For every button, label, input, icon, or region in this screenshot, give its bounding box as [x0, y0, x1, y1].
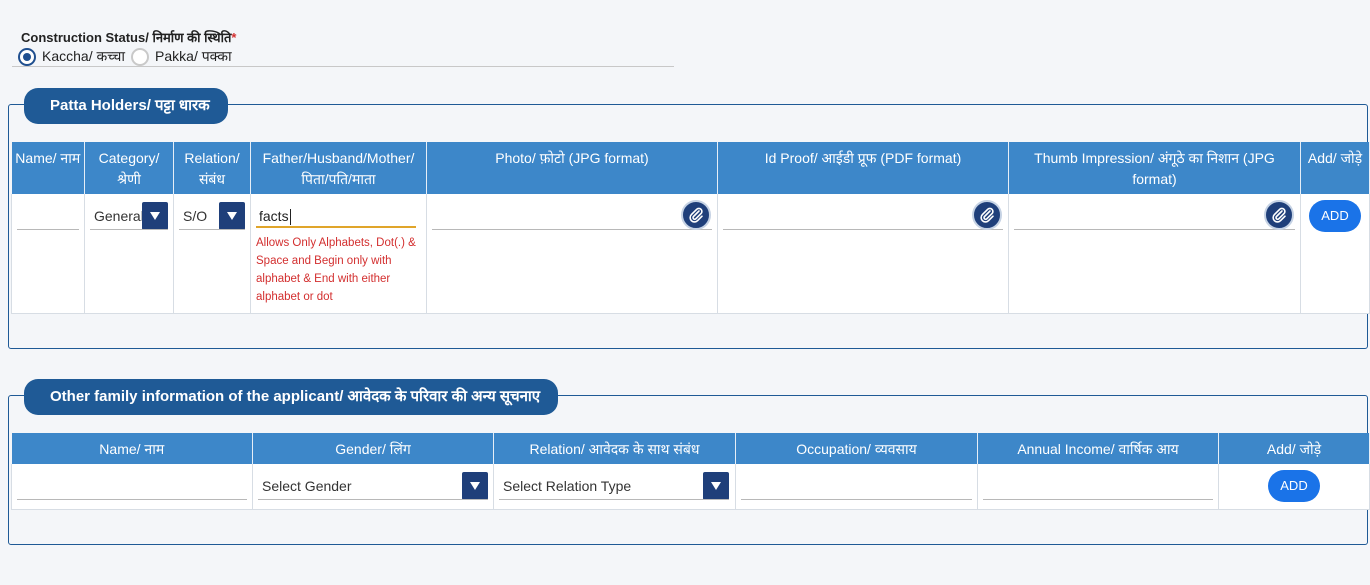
add-family-member-button[interactable]: ADD: [1268, 470, 1320, 502]
col-thumb-impression: Thumb Impression/ अंगूठे का निशान (JPG f…: [1008, 142, 1301, 194]
col-id-proof: Id Proof/ आईडी प्रूफ (PDF format): [717, 142, 1009, 194]
construction-status-group: Construction Status/ निर्माण की स्थिति* …: [12, 22, 674, 67]
col-category: Category/ श्रेणी: [84, 142, 174, 194]
table-row: General S/O facts Allows Only Alphabets,…: [11, 194, 1370, 314]
relation-value: S/O: [183, 208, 208, 224]
family-relation-cell: Select Relation Type: [493, 464, 736, 510]
gender-placeholder: Select Gender: [262, 478, 352, 494]
category-select[interactable]: General: [90, 202, 168, 230]
family-name-cell: [11, 464, 253, 510]
father-husband-mother-cell: facts Allows Only Alphabets, Dot(.) & Sp…: [250, 194, 427, 314]
annual-income-input[interactable]: [983, 476, 1213, 500]
pakka-label[interactable]: Pakka/ पक्का: [155, 47, 232, 66]
id-proof-cell: [717, 194, 1009, 314]
add-patta-holder-button[interactable]: ADD: [1309, 200, 1361, 232]
pakka-radio[interactable]: [131, 47, 150, 66]
occupation-input[interactable]: [741, 476, 972, 500]
gender-select[interactable]: Select Gender: [258, 472, 488, 500]
name-input[interactable]: [17, 206, 79, 230]
other-family-title: Other family information of the applican…: [24, 379, 559, 415]
occupation-cell: [735, 464, 978, 510]
required-mark: *: [231, 30, 237, 45]
col-family-relation: Relation/ आवेदक के साथ संबंध: [493, 433, 736, 464]
col-father-husband-mother: Father/Husband/Mother/ पिता/पति/माता: [250, 142, 427, 194]
thumb-impression-file-input[interactable]: [1014, 206, 1295, 230]
chevron-down-icon[interactable]: [703, 472, 729, 499]
col-photo: Photo/ फ़ोटो (JPG format): [426, 142, 718, 194]
thumb-impression-cell: [1008, 194, 1301, 314]
other-family-section: Name/ नाम Gender/ लिंग Relation/ आवेदक क…: [8, 395, 1370, 545]
annual-income-cell: [977, 464, 1219, 510]
col-annual-income: Annual Income/ वार्षिक आय: [977, 433, 1219, 464]
construction-status-label: Construction Status/ निर्माण की स्थिति*: [21, 28, 236, 46]
patta-holders-section: Name/ नाम Category/ श्रेणी Relation/ संब…: [8, 104, 1370, 349]
family-name-input[interactable]: [17, 476, 247, 500]
relation-select[interactable]: S/O: [179, 202, 245, 230]
add-cell: ADD: [1300, 194, 1370, 314]
family-relation-select[interactable]: Select Relation Type: [499, 472, 729, 500]
kaccha-radio[interactable]: [18, 47, 36, 66]
table-row: Select Gender Select Relation Type ADD: [11, 464, 1370, 510]
relation-cell: S/O: [173, 194, 251, 314]
category-cell: General: [84, 194, 174, 314]
col-relation: Relation/ संबंध: [173, 142, 251, 194]
id-proof-file-input[interactable]: [723, 206, 1003, 230]
construction-status-label-text: Construction Status/ निर्माण की स्थिति: [21, 30, 232, 45]
other-family-table: Name/ नाम Gender/ लिंग Relation/ आवेदक क…: [11, 433, 1370, 510]
family-add-cell: ADD: [1218, 464, 1370, 510]
father-husband-mother-input[interactable]: facts: [256, 204, 416, 228]
validation-error: Allows Only Alphabets, Dot(.) & Space an…: [256, 237, 416, 303]
chevron-down-icon[interactable]: [219, 202, 245, 229]
text-caret: [289, 209, 291, 226]
kaccha-label[interactable]: Kaccha/ कच्चा: [42, 47, 125, 66]
relation-placeholder: Select Relation Type: [503, 478, 632, 494]
col-occupation: Occupation/ व्यवसाय: [735, 433, 978, 464]
paperclip-icon[interactable]: [1264, 200, 1294, 230]
gender-cell: Select Gender: [252, 464, 494, 510]
patta-holders-title: Patta Holders/ पट्टा धारक: [24, 88, 228, 124]
photo-cell: [426, 194, 718, 314]
paperclip-icon[interactable]: [972, 200, 1002, 230]
name-cell: [11, 194, 85, 314]
chevron-down-icon[interactable]: [462, 472, 488, 499]
col-name: Name/ नाम: [11, 142, 85, 194]
father-husband-mother-value: facts: [259, 208, 289, 224]
col-gender: Gender/ लिंग: [252, 433, 494, 464]
paperclip-icon[interactable]: [681, 200, 711, 230]
col-family-name: Name/ नाम: [11, 433, 253, 464]
chevron-down-icon[interactable]: [142, 202, 168, 229]
construction-status-options: Kaccha/ कच्चा Pakka/ पक्का: [18, 47, 238, 66]
photo-file-input[interactable]: [432, 206, 712, 230]
col-add: Add/ जोड़े: [1300, 142, 1370, 194]
category-value: General: [94, 208, 144, 224]
patta-holders-table: Name/ नाम Category/ श्रेणी Relation/ संब…: [11, 142, 1370, 314]
col-family-add: Add/ जोड़े: [1218, 433, 1370, 464]
